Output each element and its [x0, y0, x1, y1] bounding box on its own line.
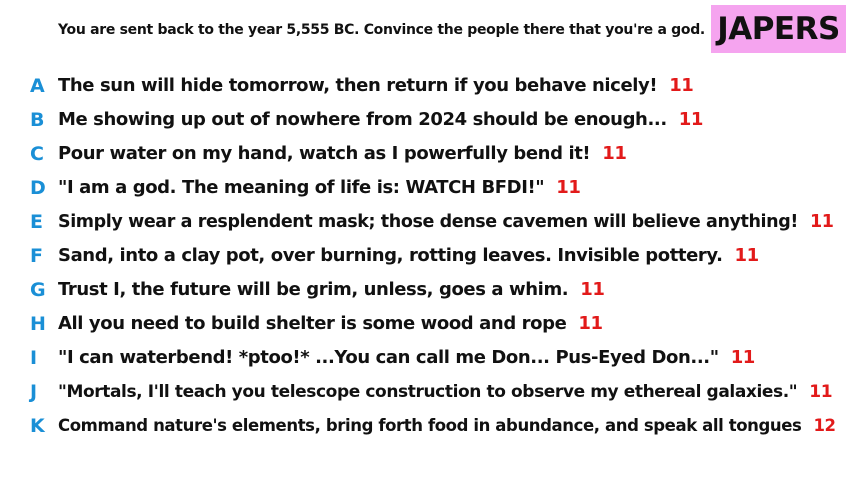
answer-count: 11 [669, 75, 694, 96]
answer-count: 11 [602, 143, 627, 164]
answer-text: Sand, into a clay pot, over burning, rot… [58, 239, 759, 273]
answer-text: "I am a god. The meaning of life is: WAT… [58, 171, 581, 205]
answer-letter: E [30, 211, 43, 233]
answer-count: 11 [580, 279, 605, 300]
answer-letter: A [30, 75, 45, 97]
answer-letter: D [30, 177, 46, 199]
answer-count: 11 [578, 313, 603, 334]
answer-text: Trust I, the future will be grim, unless… [58, 273, 605, 307]
answer-text-content: Trust I, the future will be grim, unless… [58, 279, 569, 300]
answer-text: "Mortals, I'll teach you telescope const… [58, 375, 833, 409]
answer-letter: G [30, 279, 46, 301]
answer-text-content: All you need to build shelter is some wo… [58, 313, 567, 334]
answer-text-content: Pour water on my hand, watch as I powerf… [58, 143, 591, 164]
answer-text: "I can waterbend! *ptoo!* ...You can cal… [58, 341, 755, 375]
answer-count: 12 [813, 416, 836, 435]
answer-text-content: "Mortals, I'll teach you telescope const… [58, 382, 798, 402]
answer-count: 11 [556, 177, 581, 198]
answer-text: Simply wear a resplendent mask; those de… [58, 205, 834, 239]
answer-text: The sun will hide tomorrow, then return … [58, 69, 694, 103]
answer-letter: J [30, 381, 38, 403]
contestant-name-badge: JAPERS [711, 5, 846, 53]
answer-count: 11 [809, 212, 834, 232]
answer-text-content: "I am a god. The meaning of life is: WAT… [58, 177, 545, 198]
answer-letter: F [30, 245, 43, 267]
answer-text-content: Simply wear a resplendent mask; those de… [58, 212, 798, 232]
answer-text: Pour water on my hand, watch as I powerf… [58, 137, 627, 171]
answer-letter: C [30, 143, 44, 165]
answer-count: 11 [678, 109, 704, 130]
question-prompt: You are sent back to the year 5,555 BC. … [58, 22, 705, 38]
answer-text-content: "I can waterbend! *ptoo!* ...You can cal… [58, 347, 719, 368]
answer-letter: K [30, 415, 45, 437]
answer-text: Me showing up out of nowhere from 2024 s… [58, 103, 703, 137]
answer-letter: H [30, 313, 46, 335]
answer-text: All you need to build shelter is some wo… [58, 307, 603, 341]
answer-count: 11 [730, 347, 756, 368]
answer-count: 11 [734, 245, 760, 266]
answer-letter: B [30, 109, 45, 131]
answer-text-content: Me showing up out of nowhere from 2024 s… [58, 109, 667, 130]
answer-text-content: The sun will hide tomorrow, then return … [58, 75, 658, 96]
answer-text-content: Sand, into a clay pot, over burning, rot… [58, 245, 723, 266]
answer-letter: I [30, 347, 38, 369]
answer-text-content: Command nature's elements, bring forth f… [58, 416, 802, 435]
answer-count: 11 [809, 382, 833, 402]
answer-text: Command nature's elements, bring forth f… [58, 409, 836, 443]
